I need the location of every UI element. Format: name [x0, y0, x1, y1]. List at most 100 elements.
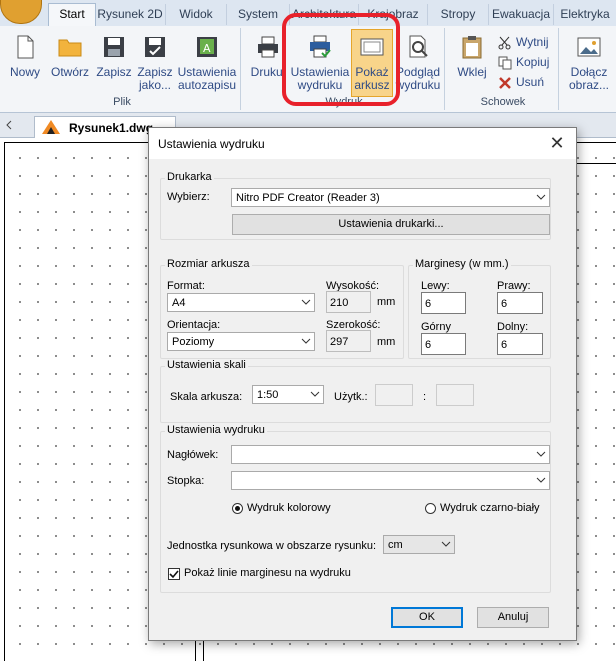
print-settings-dialog: Ustawienia wydruku ✕ Drukarka Wybierz: N… [148, 127, 577, 641]
orientation-label: Orientacja: [167, 319, 221, 331]
save-button[interactable]: Zapisz [94, 30, 134, 94]
height-field: 210 [326, 291, 371, 313]
folder-icon [58, 39, 82, 57]
copy-button[interactable]: Kopiuj [498, 52, 549, 72]
chevron-down-icon [536, 194, 546, 200]
open-button[interactable]: Otwórz [46, 30, 94, 94]
image-icon [577, 37, 601, 57]
print-settings-legend: Ustawienia wydruku [165, 424, 267, 436]
checkmark-icon [169, 570, 179, 579]
application-menu-button[interactable] [0, 0, 42, 24]
margin-top-input[interactable]: 6 [421, 333, 466, 355]
chevron-down-icon [536, 477, 546, 483]
orientation-value: Poziomy [172, 336, 215, 348]
copy-icon [498, 56, 512, 70]
color-print-label: Wydruk kolorowy [247, 502, 331, 514]
delete-button[interactable]: Usuń [498, 72, 544, 92]
save-as-icon [145, 37, 165, 57]
format-label: Format: [167, 280, 205, 292]
bw-print-radio[interactable] [425, 503, 436, 514]
color-print-radio[interactable] [232, 503, 243, 514]
document-tab-label: Rysunek1.dwg [69, 121, 154, 135]
printer-settings-button[interactable]: Ustawienia drukarki... [232, 214, 550, 235]
orientation-select[interactable]: Poziomy [167, 332, 315, 351]
printer-select[interactable]: Nitro PDF Creator (Reader 3) [231, 188, 550, 207]
bw-print-label: Wydruk czarno-biały [440, 502, 540, 514]
header-select[interactable] [231, 445, 550, 464]
sheet-scale-label: Skala arkusza: [170, 391, 243, 403]
printer-selected-value: Nitro PDF Creator (Reader 3) [236, 192, 380, 204]
tab-start[interactable]: Start [48, 3, 96, 28]
user-scale-label: Użytk.: [334, 391, 368, 403]
footer-select[interactable] [231, 471, 550, 490]
margin-bottom-input[interactable]: 6 [497, 333, 543, 355]
drawing-unit-value: cm [388, 539, 403, 551]
margin-bottom-label: Dolny: [497, 321, 529, 333]
sheet-border-line [575, 163, 616, 164]
chevron-down-icon [536, 451, 546, 457]
sheet-size-fieldset: Rozmiar arkusza Format: A4 Orientacja: P… [160, 258, 404, 359]
margin-top-label: Górny [421, 321, 451, 333]
sheet-scale-value: 1:50 [257, 389, 279, 401]
width-field: 297 [326, 330, 371, 352]
save-as-button[interactable]: Zapisz jako... [134, 30, 176, 94]
highlight-annotation [282, 13, 400, 106]
drawing-unit-label: Jednostka rysunkowa w obszarze rysunku: [167, 540, 377, 552]
height-unit: mm [377, 296, 396, 308]
printer-icon [258, 36, 278, 58]
dialog-title-bar: Ustawienia wydruku ✕ [149, 128, 576, 159]
tab-ewakuacja[interactable]: Ewakuacja [489, 4, 554, 25]
user-scale-input-2 [436, 384, 474, 406]
printer-legend: Drukarka [165, 171, 214, 183]
user-scale-separator: : [423, 391, 427, 403]
width-unit: mm [377, 336, 396, 348]
tab-scroll-left-icon[interactable] [5, 120, 13, 130]
autosave-settings-button[interactable]: A Ustawienia autozapisu [176, 30, 238, 94]
dialog-title: Ustawienia wydruku [158, 137, 265, 151]
sheet-size-legend: Rozmiar arkusza [165, 258, 252, 270]
ribbon-group-schowek: Wklej Wytnij Kopiuj Usuń Schowek [448, 28, 559, 110]
clipboard-icon [462, 36, 482, 59]
chevron-down-icon [301, 299, 311, 305]
new-button[interactable]: Nowy [8, 30, 42, 94]
tab-system[interactable]: System [227, 4, 290, 25]
printer-fieldset: Drukarka Wybierz: Nitro PDF Creator (Rea… [160, 171, 551, 240]
tab-stropy[interactable]: Stropy [428, 4, 489, 25]
header-label: Nagłówek: [167, 449, 219, 461]
drawing-unit-select[interactable]: cm [383, 535, 455, 554]
group-label-schowek: Schowek [480, 96, 526, 108]
scissors-icon [498, 36, 511, 50]
close-icon[interactable]: ✕ [546, 132, 568, 154]
chevron-down-icon [301, 338, 311, 344]
margin-right-label: Prawy: [497, 280, 531, 292]
format-select[interactable]: A4 [167, 293, 315, 312]
magnifier-icon [409, 35, 428, 58]
printer-select-label: Wybierz: [167, 191, 210, 203]
chevron-down-icon [310, 391, 320, 397]
scale-legend: Ustawienia skali [165, 359, 248, 371]
ok-button[interactable]: OK [391, 607, 463, 628]
attach-image-button[interactable]: Dołącz obraz... [564, 30, 614, 94]
print-settings-fieldset: Ustawienia wydruku Nagłówek: Stopka: Wyd… [160, 424, 551, 593]
show-margin-checkbox[interactable] [168, 568, 180, 580]
margin-left-input[interactable]: 6 [421, 292, 466, 314]
autosave-icon: A [197, 37, 217, 57]
ribbon-group-dolacz: Dołącz obraz... [562, 28, 616, 110]
chevron-down-icon [441, 541, 451, 547]
tab-widok[interactable]: Widok [166, 4, 227, 25]
paste-button[interactable]: Wklej [452, 30, 492, 94]
scale-fieldset: Ustawienia skali Skala arkusza: 1:50 Uży… [160, 359, 551, 423]
group-label-plik: Plik [113, 96, 131, 108]
delete-x-icon [499, 76, 511, 89]
margin-right-input[interactable]: 6 [497, 292, 543, 314]
show-margin-label: Pokaż linie marginesu na wydruku [184, 567, 351, 579]
margins-fieldset: Marginesy (w mm.) Lewy: 6 Prawy: 6 Górny… [408, 258, 551, 359]
user-scale-input-1 [375, 384, 413, 406]
cut-button[interactable]: Wytnij [498, 32, 549, 52]
drawing-file-icon [42, 120, 60, 134]
sheet-scale-select[interactable]: 1:50 [252, 385, 324, 404]
tab-elektryka[interactable]: Elektryka [554, 4, 616, 25]
print-preview-button[interactable]: Podgląd wydruku [394, 30, 442, 94]
tab-rysunek-2d[interactable]: Rysunek 2D [95, 4, 166, 25]
cancel-button[interactable]: Anuluj [477, 607, 549, 628]
